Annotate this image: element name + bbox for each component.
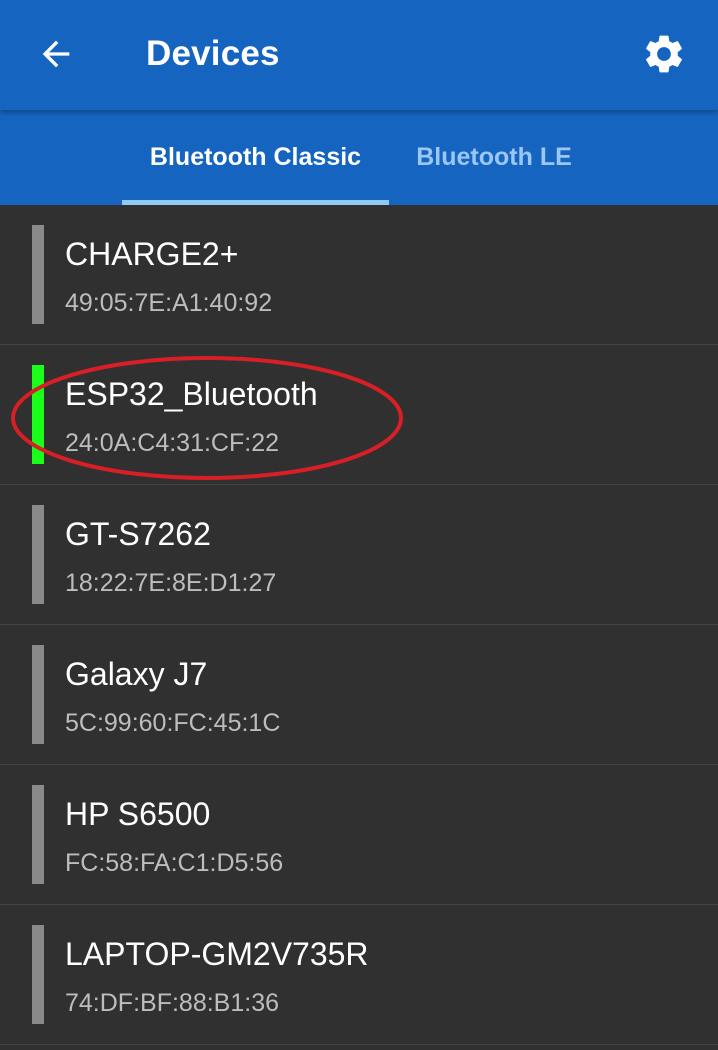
device-name: HP S6500: [65, 796, 211, 832]
tab-bluetooth-le[interactable]: Bluetooth LE: [389, 110, 599, 205]
app-bar: Devices: [0, 0, 718, 110]
device-name: ESP32_Bluetooth: [65, 376, 318, 412]
tab-bluetooth-classic[interactable]: Bluetooth Classic: [122, 110, 389, 205]
back-button[interactable]: [20, 18, 92, 90]
device-name: LAPTOP-GM2V735R: [65, 936, 369, 972]
device-item-esp32-bluetooth[interactable]: ESP32_Bluetooth 24:0A:C4:31:CF:22: [0, 345, 718, 485]
device-item-charge2[interactable]: CHARGE2+ 49:05:7E:A1:40:92: [0, 205, 718, 345]
selected-tab-indicator: [122, 200, 389, 205]
device-name: Galaxy J7: [65, 656, 208, 692]
status-indicator: [32, 925, 44, 1024]
device-address: FC:58:FA:C1:D5:56: [65, 849, 284, 877]
device-address: 49:05:7E:A1:40:92: [65, 289, 273, 317]
arrow-left-icon: [42, 40, 70, 68]
gear-icon: [646, 35, 682, 73]
status-indicator: [32, 645, 44, 744]
device-item-hp-s6500[interactable]: HP S6500 FC:58:FA:C1:D5:56: [0, 765, 718, 905]
device-address: 24:0A:C4:31:CF:22: [65, 429, 280, 457]
status-indicator: [32, 365, 44, 464]
device-list: CHARGE2+ 49:05:7E:A1:40:92 ESP32_Bluetoo…: [0, 205, 718, 1045]
status-indicator: [32, 505, 44, 604]
page-title: Devices: [146, 34, 280, 73]
settings-button[interactable]: [628, 18, 700, 90]
device-item-laptop-gm2v735r[interactable]: LAPTOP-GM2V735R 74:DF:BF:88:B1:36: [0, 905, 718, 1045]
status-indicator: [32, 225, 44, 324]
device-address: 5C:99:60:FC:45:1C: [65, 709, 281, 737]
device-address: 18:22:7E:8E:D1:27: [65, 569, 277, 597]
device-address: 74:DF:BF:88:B1:36: [65, 989, 280, 1017]
status-indicator: [32, 785, 44, 884]
device-item-gt-s7262[interactable]: GT-S7262 18:22:7E:8E:D1:27: [0, 485, 718, 625]
device-item-galaxy-j7[interactable]: Galaxy J7 5C:99:60:FC:45:1C: [0, 625, 718, 765]
device-name: GT-S7262: [65, 516, 211, 552]
tab-bar: Bluetooth Classic Bluetooth LE: [0, 110, 718, 205]
device-name: CHARGE2+: [65, 236, 239, 272]
